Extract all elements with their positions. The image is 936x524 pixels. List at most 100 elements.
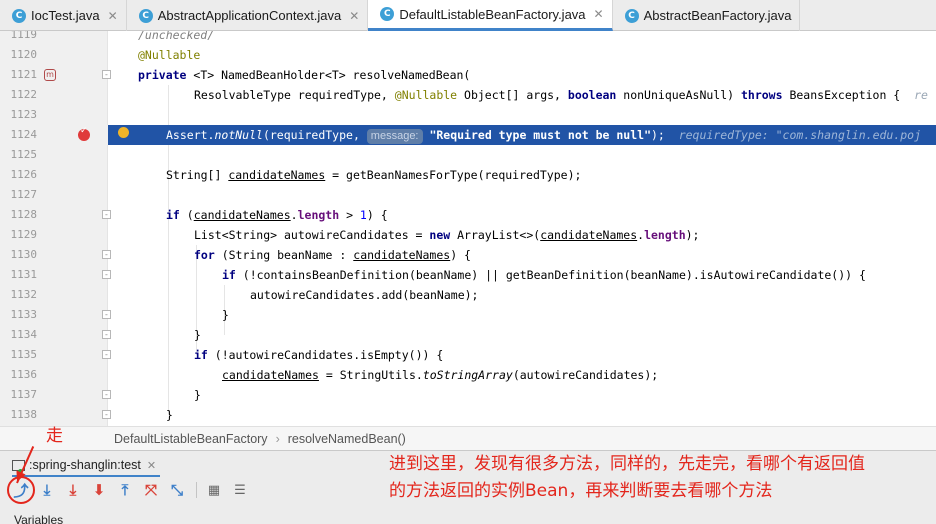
fold-toggle-icon[interactable]: -: [102, 210, 111, 219]
class-icon: C: [624, 8, 639, 23]
breadcrumb-separator-icon: ›: [275, 432, 280, 446]
code-line: 1125: [0, 145, 936, 165]
tab-default-listable-bean-factory[interactable]: C DefaultListableBeanFactory.java ✕: [368, 0, 613, 31]
line-number: 1120: [10, 48, 38, 61]
line-number: 1121: [10, 68, 38, 81]
code-text: }: [166, 408, 173, 422]
code-line: 1136 candidateNames = StringUtils.toStri…: [0, 365, 936, 385]
breadcrumb: DefaultListableBeanFactory › resolveNamedB…: [0, 426, 936, 450]
class-icon: C: [380, 7, 395, 21]
code-text: String[] candidateNames = getBeanNamesFo…: [166, 168, 582, 182]
close-icon[interactable]: ✕: [349, 9, 359, 23]
breadcrumb-class[interactable]: DefaultListableBeanFactory: [114, 432, 268, 446]
code-line: 1133 - }: [0, 305, 936, 325]
code-line: 1121 m - private <T> NamedBeanHolder<T> …: [0, 65, 936, 85]
tab-label: IocTest.java: [31, 8, 100, 23]
fold-toggle-icon[interactable]: -: [102, 390, 111, 399]
drop-frame-icon[interactable]: ⤧: [140, 480, 162, 500]
annotation-note: 进到这里，发现有很多方法，同样的，先走完，看哪个有返回值 的方法返回的实例Bea…: [389, 451, 934, 505]
fold-toggle-icon[interactable]: -: [102, 270, 111, 279]
code-text: }: [222, 308, 229, 322]
line-number: 1138: [10, 408, 38, 421]
intention-bulb-icon[interactable]: [118, 127, 129, 138]
line-number: 1124: [0, 125, 37, 145]
line-number: 1127: [10, 188, 38, 201]
line-number: 1122: [10, 88, 38, 101]
code-text: @Nullable: [138, 48, 201, 62]
fold-toggle-icon[interactable]: -: [102, 310, 111, 319]
tab-ioctest[interactable]: C IocTest.java ✕: [0, 0, 127, 31]
code-editor[interactable]: 1119 /unchecked/ 1120 @Nullable 1121 m -…: [0, 31, 936, 426]
fold-toggle-icon[interactable]: -: [102, 250, 111, 259]
code-text: if (candidateNames.length > 1) {: [166, 208, 388, 222]
code-text: autowireCandidates.add(beanName);: [250, 288, 479, 302]
code-text: }: [194, 388, 201, 402]
code-line: 1123: [0, 105, 936, 125]
line-number: 1126: [10, 168, 38, 181]
code-line: 1134 - }: [0, 325, 936, 345]
inline-debug-value: requiredType: "com.shanglin.edu.poj: [678, 128, 922, 142]
debug-toolbar: ⤴ ⤓ ⤓ ⬇ ⤒ ⤧ ⤡ ▦ ☰: [10, 479, 255, 501]
code-line: 1138 - }: [0, 405, 936, 425]
tab-label: AbstractBeanFactory.java: [643, 8, 792, 23]
tab-abstract-bean-factory[interactable]: C AbstractBeanFactory.java: [613, 0, 801, 31]
code-text: ResolvableType requiredType, @Nullable O…: [194, 88, 928, 102]
code-text: }: [194, 328, 201, 342]
line-number: 1123: [10, 108, 38, 121]
code-line: 1129 List<String> autowireCandidates = n…: [0, 225, 936, 245]
class-icon: C: [12, 8, 26, 23]
fold-toggle-icon[interactable]: -: [102, 70, 111, 79]
debug-session-tab[interactable]: :spring-shanglin:test ✕: [12, 455, 161, 477]
fold-toggle-icon[interactable]: -: [102, 410, 111, 419]
line-number: 1119: [10, 31, 38, 41]
close-icon[interactable]: ✕: [594, 7, 604, 21]
breadcrumb-method[interactable]: resolveNamedBean(): [288, 432, 406, 446]
line-number: 1136: [10, 368, 38, 381]
code-line: 1132 autowireCandidates.add(beanName);: [0, 285, 936, 305]
close-icon[interactable]: ✕: [147, 459, 156, 472]
code-text: candidateNames = StringUtils.toStringArr…: [222, 368, 659, 382]
force-step-into-icon[interactable]: ⬇: [88, 480, 110, 500]
code-line: 1130 - for (String beanName : candidateN…: [0, 245, 936, 265]
run-to-cursor-icon[interactable]: ⤡: [166, 480, 188, 500]
code-text: private <T> NamedBeanHolder<T> resolveNa…: [138, 68, 471, 82]
line-number: 1137: [10, 388, 38, 401]
toolbar-divider: [196, 482, 197, 498]
tab-abstract-application-context[interactable]: C AbstractApplicationContext.java ✕: [127, 0, 369, 31]
variables-header[interactable]: Variables: [14, 513, 63, 524]
line-number: 1134: [10, 328, 38, 341]
annotation-note-line1: 进到这里，发现有很多方法，同样的，先走完，看哪个有返回值: [389, 454, 865, 474]
param-hint-badge: message:: [366, 129, 423, 144]
line-number: 1125: [10, 148, 38, 161]
code-text: if (!autowireCandidates.isEmpty()) {: [194, 348, 444, 362]
tab-label: DefaultListableBeanFactory.java: [399, 6, 586, 22]
code-line-current-execution: 1124 Assert.notNull(requiredType, messag…: [0, 125, 936, 145]
breakpoint-icon[interactable]: [78, 126, 90, 141]
line-number: 1129: [10, 228, 38, 241]
tab-label: AbstractApplicationContext.java: [157, 8, 342, 23]
annotation-walk-text: 走: [46, 426, 63, 446]
code-line: 1126 String[] candidateNames = getBeanNa…: [0, 165, 936, 185]
fold-toggle-icon[interactable]: -: [102, 330, 111, 339]
step-over-icon[interactable]: ⤓: [36, 480, 58, 500]
annotation-note-line2: 的方法返回的实例Bean，再来判断要去看哪个方法: [389, 481, 773, 501]
trace-icon[interactable]: ☰: [229, 480, 251, 500]
code-line: 1131 - if (!containsBeanDefinition(beanN…: [0, 265, 936, 285]
step-out-icon[interactable]: ⤒: [114, 480, 136, 500]
fold-toggle-icon[interactable]: -: [102, 350, 111, 359]
code-line: 1127: [0, 185, 936, 205]
overrides-method-icon[interactable]: m: [44, 69, 56, 81]
code-text: Assert.notNull(requiredType, message: "R…: [166, 128, 922, 144]
line-number: 1133: [10, 308, 38, 321]
code-line: 1119 /unchecked/: [0, 31, 936, 45]
step-into-icon[interactable]: ⤓: [62, 480, 84, 500]
code-text: List<String> autowireCandidates = new Ar…: [194, 228, 700, 242]
close-icon[interactable]: ✕: [108, 9, 118, 23]
code-line: 1122 ResolvableType requiredType, @Nulla…: [0, 85, 936, 105]
line-number: 1135: [10, 348, 38, 361]
line-number: 1130: [10, 248, 38, 261]
code-line: 1135 - if (!autowireCandidates.isEmpty()…: [0, 345, 936, 365]
class-icon: C: [138, 8, 153, 23]
evaluate-expression-icon[interactable]: ▦: [203, 480, 225, 500]
line-number: 1131: [10, 268, 38, 281]
